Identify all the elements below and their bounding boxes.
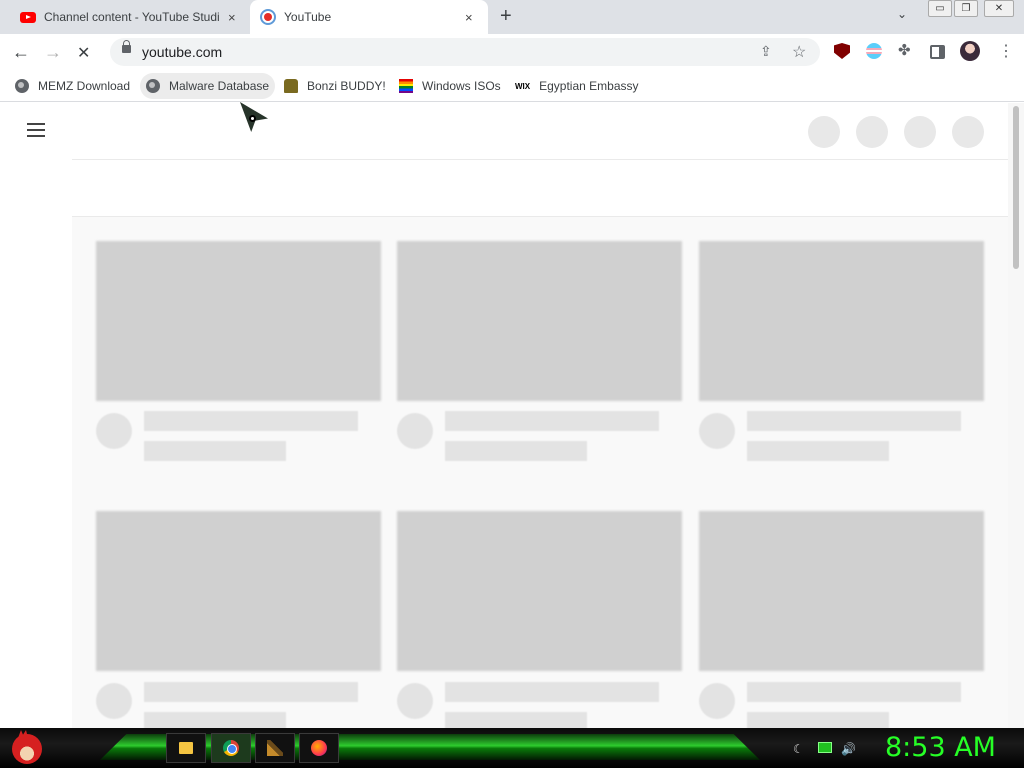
bookmark-label: Egyptian Embassy (539, 79, 639, 93)
tab-youtube-studio[interactable]: Channel content - YouTube Studio × (8, 0, 248, 34)
trans-flag-icon[interactable] (866, 43, 882, 59)
title-placeholder (144, 682, 358, 702)
video-thumbnail-placeholder (397, 511, 682, 671)
youtube-page (0, 103, 1024, 728)
bookmark-label: Malware Database (169, 79, 270, 93)
channel-avatar-placeholder (397, 683, 433, 719)
bonzi-icon (284, 79, 298, 93)
channel-avatar-placeholder (699, 413, 735, 449)
window-close-button[interactable]: ✕ (984, 0, 1014, 17)
globe-icon (15, 79, 29, 93)
title-placeholder (445, 682, 659, 702)
video-thumbnail-placeholder (397, 241, 682, 401)
divider (72, 159, 1008, 160)
title-placeholder (144, 411, 358, 431)
taskbar-paint[interactable] (255, 733, 295, 763)
address-bar[interactable]: youtube.com ⇪ ☆ (110, 38, 820, 66)
close-tab-icon[interactable]: × (228, 10, 236, 25)
meta-placeholder (144, 712, 286, 728)
network-icon[interactable] (818, 742, 832, 753)
video-thumbnail-placeholder (96, 511, 381, 671)
hamburger-menu-icon[interactable] (27, 123, 45, 137)
channel-avatar-placeholder (397, 413, 433, 449)
share-icon[interactable]: ⇪ (760, 43, 772, 60)
scrollbar-thumb[interactable] (1013, 106, 1019, 269)
meta-placeholder (445, 441, 587, 461)
rainbow-flag-icon (399, 79, 413, 93)
browser-toolbar: ← → ✕ youtube.com ⇪ ☆ ✤ ⋮ (0, 34, 1024, 70)
close-tab-icon[interactable]: × (465, 10, 473, 25)
bookmark-windows-isos[interactable]: Windows ISOs (393, 73, 507, 99)
tab-search-icon[interactable]: ⌄ (897, 7, 907, 21)
screen: Channel content - YouTube Studio × YouTu… (0, 0, 1024, 768)
chrome-icon (223, 740, 239, 756)
video-thumbnail-placeholder (699, 511, 984, 671)
bookmark-egyptian-embassy[interactable]: WIX Egyptian Embassy (509, 73, 645, 99)
tab-title: Channel content - YouTube Studio (44, 10, 219, 24)
bookmark-malware-database[interactable]: Malware Database (140, 73, 276, 99)
taskbar-firefox[interactable] (299, 733, 339, 763)
cursor-eye-icon (249, 115, 256, 122)
profile-avatar-icon[interactable] (960, 41, 980, 61)
clock[interactable]: 8:53 AM (885, 732, 996, 763)
lock-icon[interactable] (122, 40, 131, 53)
firefox-icon (311, 740, 327, 756)
ublock-origin-icon[interactable] (834, 43, 850, 59)
channel-avatar-placeholder (699, 683, 735, 719)
tab-youtube[interactable]: YouTube × (250, 0, 488, 34)
url-text[interactable]: youtube.com (142, 44, 222, 60)
bookmark-label: MEMZ Download (38, 79, 131, 93)
angry-bird-icon (12, 734, 42, 764)
start-button[interactable] (8, 730, 46, 766)
stop-loading-button[interactable]: ✕ (77, 43, 90, 63)
header-placeholder-circle (808, 116, 840, 148)
taskbar-file-explorer[interactable] (166, 733, 206, 763)
globe-icon (146, 79, 160, 93)
paint-icon (267, 740, 283, 756)
title-placeholder (747, 682, 961, 702)
loading-spinner-icon (260, 9, 276, 25)
tab-title: YouTube (284, 10, 332, 24)
new-tab-button[interactable]: + (500, 5, 512, 28)
meta-placeholder (747, 441, 889, 461)
channel-avatar-placeholder (96, 413, 132, 449)
meta-placeholder (445, 712, 587, 728)
meta-placeholder (747, 712, 889, 728)
header-placeholder-circle (952, 116, 984, 148)
bookmarks-bar: MEMZ Download Malware Database Bonzi BUD… (0, 70, 1024, 102)
tray-moon-icon[interactable]: ☾ (793, 742, 804, 756)
bookmark-star-icon[interactable]: ☆ (792, 42, 806, 62)
bookmark-memz-download[interactable]: MEMZ Download (9, 73, 136, 99)
forward-button[interactable]: → (44, 42, 62, 63)
puzzle-icon[interactable]: ✤ (898, 41, 911, 59)
restore-button[interactable]: ❐ (954, 0, 978, 17)
volume-icon[interactable]: 🔊 (841, 742, 856, 756)
minimize-button[interactable]: ▭ (928, 0, 952, 17)
video-thumbnail-placeholder (96, 241, 381, 401)
header-placeholder-circle (904, 116, 936, 148)
title-placeholder (445, 411, 659, 431)
bookmark-label: Bonzi BUDDY! (307, 79, 386, 93)
video-thumbnail-placeholder (699, 241, 984, 401)
folder-icon (179, 742, 193, 754)
title-placeholder (747, 411, 961, 431)
youtube-icon (20, 11, 36, 23)
taskbar-chrome[interactable] (211, 733, 251, 763)
channel-avatar-placeholder (96, 683, 132, 719)
tab-strip: Channel content - YouTube Studio × YouTu… (0, 0, 1024, 34)
side-panel-icon[interactable] (930, 45, 945, 59)
taskbar: ☾ 🔊 8:53 AM (0, 728, 1024, 768)
bookmark-label: Windows ISOs (422, 79, 501, 93)
bookmark-bonzi-buddy[interactable]: Bonzi BUDDY! (278, 73, 392, 99)
browser-menu-icon[interactable]: ⋮ (998, 41, 1014, 61)
header-placeholder-circle (856, 116, 888, 148)
back-button[interactable]: ← (12, 42, 30, 63)
wix-icon: WIX (515, 81, 531, 91)
meta-placeholder (144, 441, 286, 461)
